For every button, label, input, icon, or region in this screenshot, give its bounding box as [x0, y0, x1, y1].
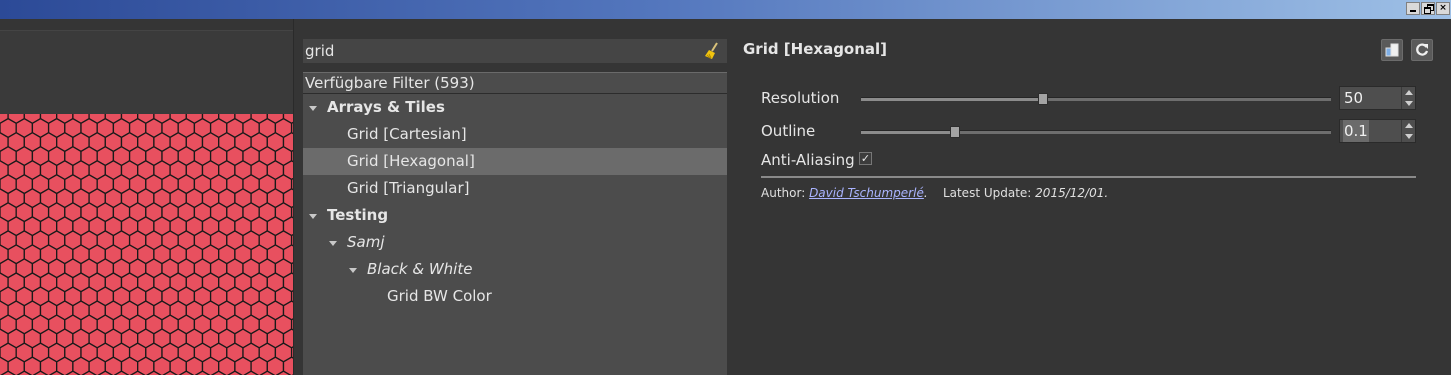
resolution-value[interactable]: 50	[1344, 87, 1363, 109]
spin-up-icon[interactable]	[1405, 90, 1413, 95]
splitter[interactable]	[293, 19, 294, 375]
filter-credits: Author: David Tschumperlé. Latest Update…	[761, 186, 1108, 200]
tree-item-black-white[interactable]: Black & White	[303, 256, 727, 283]
maximize-button[interactable]	[1421, 2, 1435, 15]
resolution-slider[interactable]	[861, 93, 1331, 105]
expand-arrow-icon[interactable]	[329, 241, 337, 246]
close-button[interactable]: ×	[1436, 2, 1450, 15]
window-title-bar: ×	[0, 0, 1451, 19]
outline-slider-fill	[861, 131, 955, 134]
reset-icon	[1416, 43, 1429, 56]
resolution-slider-handle[interactable]	[1038, 93, 1049, 105]
author-suffix: .	[923, 186, 928, 200]
preview-image[interactable]	[0, 114, 293, 375]
tree-item-grid-hexagonal[interactable]: Grid [Hexagonal]	[303, 148, 727, 175]
minimize-button[interactable]	[1406, 2, 1420, 15]
antialiasing-label: Anti-Aliasing	[761, 151, 855, 169]
tree-item-grid-triangular[interactable]: Grid [Triangular]	[303, 175, 727, 202]
tree-item-label: Grid [Triangular]	[347, 179, 470, 197]
resolution-spinbox[interactable]: 50	[1339, 86, 1416, 110]
filter-title: Grid [Hexagonal]	[743, 40, 888, 58]
spin-up-icon[interactable]	[1405, 123, 1413, 128]
filter-tree[interactable]: Arrays & Tiles Grid [Cartesian] Grid [He…	[303, 94, 727, 375]
outline-label: Outline	[761, 122, 816, 140]
broom-icon[interactable]	[704, 42, 720, 60]
update-suffix: .	[1104, 186, 1109, 200]
preview-background	[0, 31, 293, 114]
update-prefix: Latest Update:	[942, 186, 1032, 200]
tree-item-label: Arrays & Tiles	[327, 98, 445, 116]
copy-button[interactable]	[1381, 39, 1403, 61]
reset-button[interactable]	[1411, 39, 1433, 61]
tree-item-grid-bw-color[interactable]: Grid BW Color	[303, 283, 727, 310]
resolution-slider-fill	[861, 98, 1044, 101]
outline-slider[interactable]	[861, 126, 1331, 138]
author-link[interactable]: David Tschumperlé	[809, 186, 924, 200]
expand-arrow-icon[interactable]	[349, 268, 357, 273]
tree-item-label: Black & White	[367, 260, 473, 278]
spin-down-icon[interactable]	[1405, 101, 1413, 106]
spin-buttons	[1401, 120, 1415, 142]
antialiasing-checkbox[interactable]: ✓	[859, 152, 872, 165]
expand-arrow-icon[interactable]	[309, 214, 317, 219]
outline-spinbox[interactable]: 0.1	[1339, 119, 1416, 143]
spin-down-icon[interactable]	[1405, 134, 1413, 139]
resolution-label: Resolution	[761, 89, 840, 107]
tree-item-label: Grid [Cartesian]	[347, 125, 467, 143]
tree-item-label: Grid BW Color	[387, 287, 492, 305]
outline-value[interactable]: 0.1	[1343, 120, 1369, 142]
tree-item-label: Grid [Hexagonal]	[347, 152, 475, 170]
window-controls: ×	[1406, 2, 1450, 15]
author-prefix: Author:	[761, 186, 806, 200]
hexagon-grid-preview	[0, 114, 293, 375]
update-date: 2015/12/01	[1035, 186, 1105, 200]
copy-icon	[1385, 43, 1399, 57]
tree-item-label: Samj	[347, 233, 385, 251]
spin-buttons	[1401, 87, 1415, 109]
tree-item-testing[interactable]: Testing	[303, 202, 727, 229]
tree-item-samj[interactable]: Samj	[303, 229, 727, 256]
filter-list-header[interactable]: Verfügbare Filter (593)	[303, 72, 727, 94]
outline-slider-handle[interactable]	[950, 126, 960, 138]
separator	[761, 176, 1416, 178]
tree-item-label: Testing	[327, 206, 389, 224]
search-box[interactable]	[303, 39, 727, 63]
search-input[interactable]	[305, 40, 695, 62]
expand-arrow-icon[interactable]	[309, 106, 317, 111]
tree-item-arrays-tiles[interactable]: Arrays & Tiles	[303, 94, 727, 121]
tree-item-grid-cartesian[interactable]: Grid [Cartesian]	[303, 121, 727, 148]
